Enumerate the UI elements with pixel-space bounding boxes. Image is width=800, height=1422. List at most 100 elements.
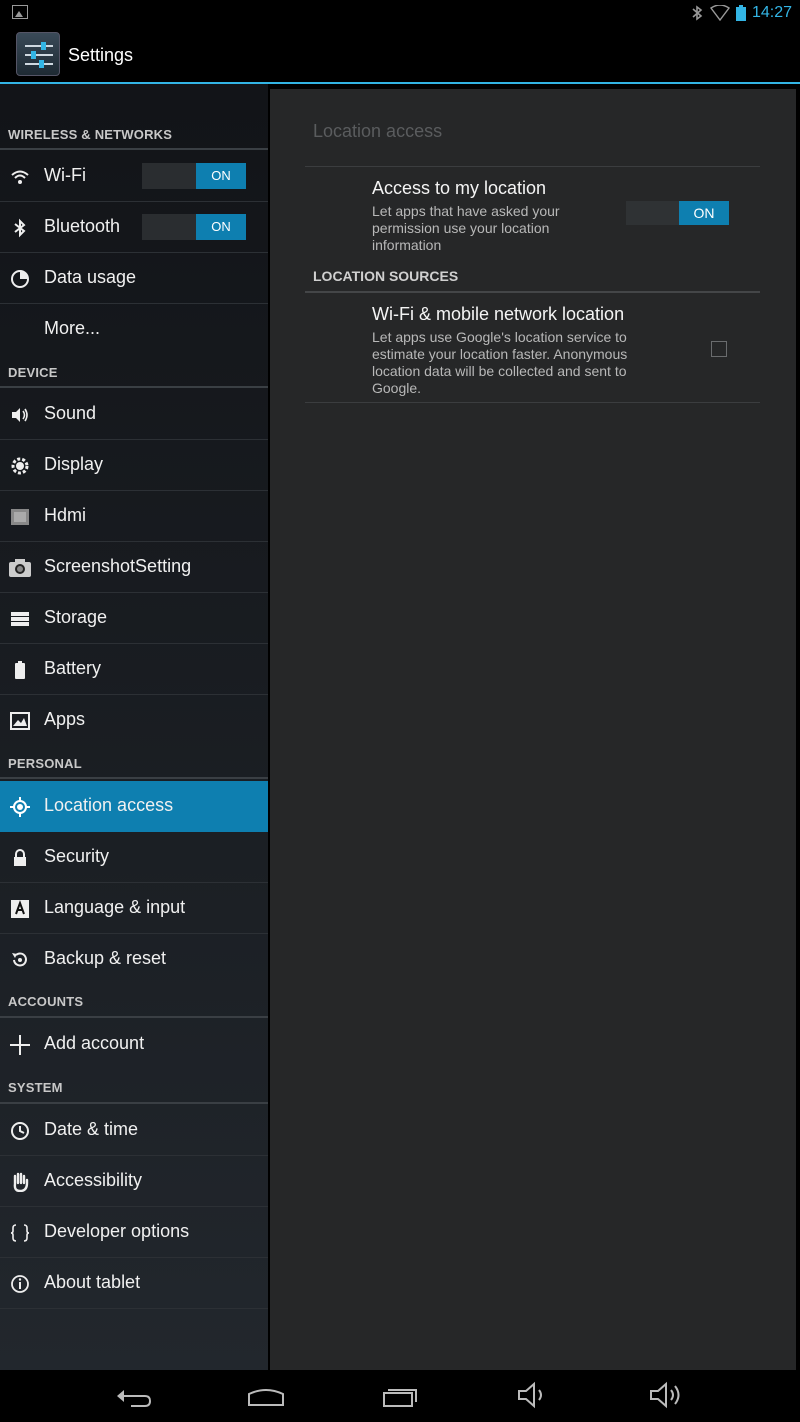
sidebar-item-label: Wi-Fi <box>44 165 86 185</box>
settings-app-icon[interactable] <box>16 32 60 76</box>
sidebar-item-label: Storage <box>44 607 108 627</box>
braces-icon <box>10 1224 30 1242</box>
sidebar-item-label: Backup & reset <box>44 948 167 968</box>
sidebar-item-label: Battery <box>44 658 102 678</box>
sidebar-item-language[interactable]: Language & input <box>0 883 268 934</box>
lock-icon <box>14 849 26 866</box>
bluetooth-status-icon <box>692 5 703 21</box>
info-icon <box>11 1275 29 1293</box>
camera-icon <box>9 559 31 577</box>
section-header-personal: PERSONAL <box>8 756 82 771</box>
bluetooth-toggle[interactable]: ON <box>142 214 246 240</box>
pref-summary: Let apps that have asked your permission… <box>372 203 560 253</box>
panel-title: Location access <box>313 121 443 141</box>
data-usage-icon <box>11 270 29 288</box>
divider <box>305 402 760 403</box>
sidebar-item-apps[interactable]: Apps <box>0 695 268 746</box>
sidebar-item-add-account[interactable]: Add account <box>0 1019 268 1070</box>
sidebar-item-label: Bluetooth <box>44 216 121 236</box>
sidebar-item-sound[interactable]: Sound <box>0 389 268 440</box>
wifi-toggle[interactable]: ON <box>142 163 246 189</box>
monitor-icon <box>11 509 29 525</box>
battery-icon <box>15 661 25 679</box>
sidebar-item-battery[interactable]: Battery <box>0 644 268 695</box>
battery-status-icon <box>735 5 746 21</box>
wifi-location-checkbox[interactable] <box>711 341 727 357</box>
pref-title: Wi-Fi & mobile network location <box>372 304 625 324</box>
volume-down-icon[interactable] <box>513 1380 553 1410</box>
sidebar-item-label: Language & input <box>44 897 186 917</box>
brightness-icon <box>11 457 29 475</box>
sidebar-item-label: Hdmi <box>44 505 87 525</box>
section-header-device: DEVICE <box>8 365 58 380</box>
volume-up-icon[interactable] <box>647 1380 687 1410</box>
wifi-mobile-location-pref[interactable]: Wi-Fi & mobile network location Let apps… <box>305 293 760 401</box>
section-header-location-sources: LOCATION SOURCES <box>313 268 459 284</box>
divider <box>0 1016 268 1018</box>
sidebar-item-wifi[interactable]: Wi-Fi ON <box>0 151 268 202</box>
clock-icon <box>11 1122 29 1140</box>
back-icon[interactable] <box>113 1380 153 1410</box>
sliders-icon <box>25 42 53 68</box>
home-icon[interactable] <box>246 1380 286 1410</box>
toggle-on-label: ON <box>196 214 246 240</box>
sidebar-item-label: Developer options <box>44 1221 190 1241</box>
sidebar-item-label: Location access <box>44 795 174 815</box>
sidebar-item-bluetooth[interactable]: Bluetooth ON <box>0 202 268 253</box>
recent-apps-icon[interactable] <box>380 1380 420 1410</box>
action-bar: Settings <box>0 26 800 84</box>
sidebar-item-storage[interactable]: Storage <box>0 593 268 644</box>
sidebar-item-label: Display <box>44 454 104 474</box>
sidebar-item-about-tablet[interactable]: About tablet <box>0 1258 268 1309</box>
backup-icon <box>12 952 27 967</box>
location-access-panel: Location access Access to my location Le… <box>270 89 796 1370</box>
clock-time: 14:27 <box>751 4 792 21</box>
divider <box>0 148 268 150</box>
sidebar-item-label: Accessibility <box>44 1170 143 1190</box>
sidebar-item-label: Data usage <box>44 267 137 287</box>
divider <box>0 386 268 388</box>
sidebar-item-data-usage[interactable]: Data usage <box>0 253 268 304</box>
navigation-bar <box>0 1370 800 1422</box>
sidebar-item-more[interactable]: More... <box>0 304 268 355</box>
sidebar-item-hdmi[interactable]: Hdmi <box>0 491 268 542</box>
pref-title: Access to my location <box>372 178 547 198</box>
sidebar-item-label: Add account <box>44 1033 145 1053</box>
section-header-wireless: WIRELESS & NETWORKS <box>8 127 173 142</box>
toggle-on-label: ON <box>679 201 729 225</box>
sidebar-item-location-access[interactable]: Location access <box>0 781 268 832</box>
pref-summary: Let apps use Google's location service t… <box>372 329 628 396</box>
sidebar-item-security[interactable]: Security <box>0 832 268 883</box>
sidebar-item-label: Security <box>44 846 110 866</box>
sidebar-item-developer-options[interactable]: Developer options <box>0 1207 268 1258</box>
status-icons: 14:27 <box>690 3 792 23</box>
section-header-accounts: ACCOUNTS <box>8 994 84 1009</box>
sidebar-item-label: More... <box>44 318 101 338</box>
sidebar-item-backup-reset[interactable]: Backup & reset <box>0 934 268 985</box>
gallery-notification-icon <box>12 5 28 19</box>
sidebar-item-accessibility[interactable]: Accessibility <box>0 1156 268 1207</box>
divider <box>0 1102 268 1104</box>
sidebar-item-display[interactable]: Display <box>0 440 268 491</box>
speaker-icon <box>12 408 28 422</box>
storage-icon <box>11 612 29 626</box>
sidebar-item-date-time[interactable]: Date & time <box>0 1105 268 1156</box>
sidebar-item-label: Apps <box>44 709 86 729</box>
page-title: Settings <box>68 45 134 65</box>
sidebar-item-screenshot[interactable]: ScreenshotSetting <box>0 542 268 593</box>
settings-list: WIRELESS & NETWORKS Wi-Fi ON Bluetooth O… <box>0 84 268 1370</box>
divider <box>0 777 268 779</box>
sidebar-item-label: Sound <box>44 403 97 423</box>
wifi-status-icon <box>709 5 730 21</box>
location-icon <box>10 797 30 817</box>
plus-icon <box>10 1035 30 1055</box>
apps-icon <box>10 712 30 730</box>
bluetooth-icon <box>14 218 26 238</box>
language-icon <box>11 900 29 918</box>
section-header-system: SYSTEM <box>8 1080 63 1095</box>
wifi-icon <box>11 170 29 184</box>
access-location-toggle[interactable]: ON <box>626 201 729 225</box>
toggle-on-label: ON <box>196 163 246 189</box>
sidebar-item-label: Date & time <box>44 1119 139 1139</box>
sidebar-item-label: ScreenshotSetting <box>44 556 192 576</box>
